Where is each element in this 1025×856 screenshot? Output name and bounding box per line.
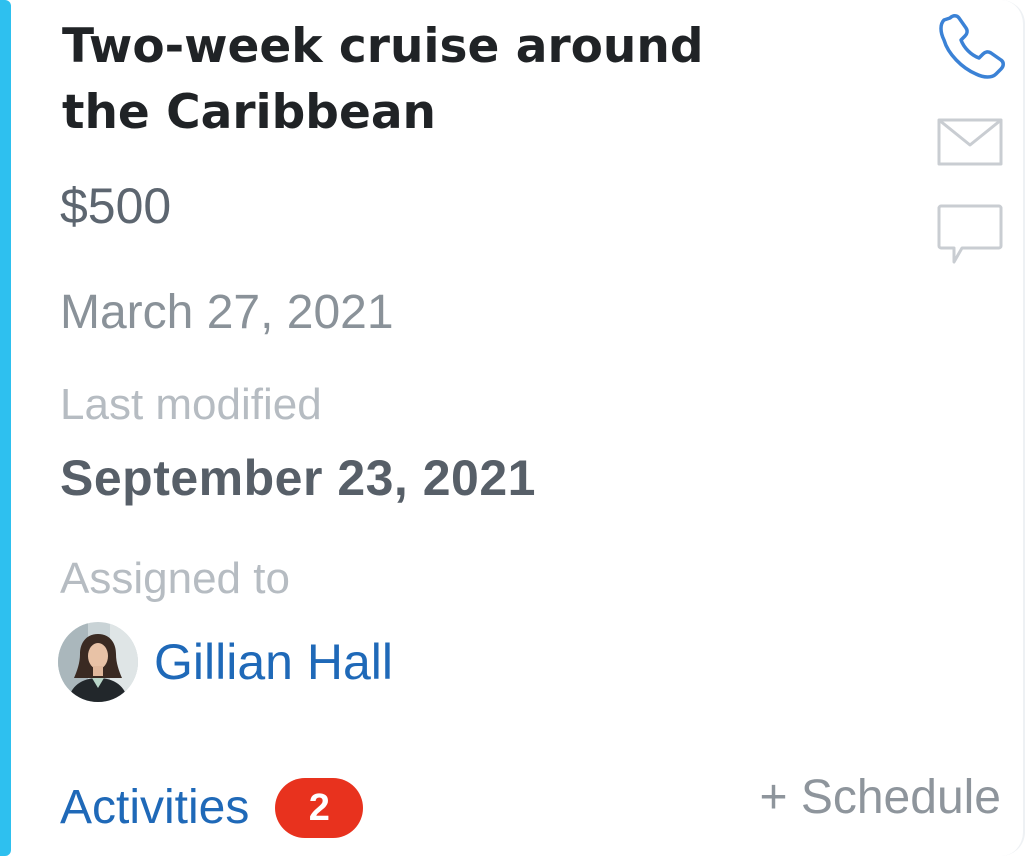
schedule-button[interactable]: + Schedule: [759, 768, 1001, 828]
deal-amount: $500: [60, 178, 172, 234]
activities-link[interactable]: Activities 2: [60, 776, 364, 840]
status-accent-bar: [0, 0, 11, 856]
activities-label[interactable]: Activities: [60, 778, 249, 838]
mail-icon[interactable]: [936, 116, 1004, 168]
deal-card[interactable]: Two-week cruise around the Caribbean $50…: [0, 0, 1025, 856]
phone-icon[interactable]: [936, 10, 1006, 80]
last-modified-label: Last modified: [60, 380, 322, 429]
assignee-name[interactable]: Gillian Hall: [154, 632, 393, 692]
assignee-link[interactable]: Gillian Hall: [58, 622, 393, 702]
chat-icon[interactable]: [936, 202, 1004, 268]
activities-count-badge: 2: [275, 778, 364, 838]
assigned-to-label: Assigned to: [60, 554, 290, 603]
deal-date: March 27, 2021: [60, 286, 394, 339]
deal-title[interactable]: Two-week cruise around the Caribbean: [62, 14, 782, 146]
last-modified-value: September 23, 2021: [60, 450, 536, 506]
avatar: [58, 622, 138, 702]
